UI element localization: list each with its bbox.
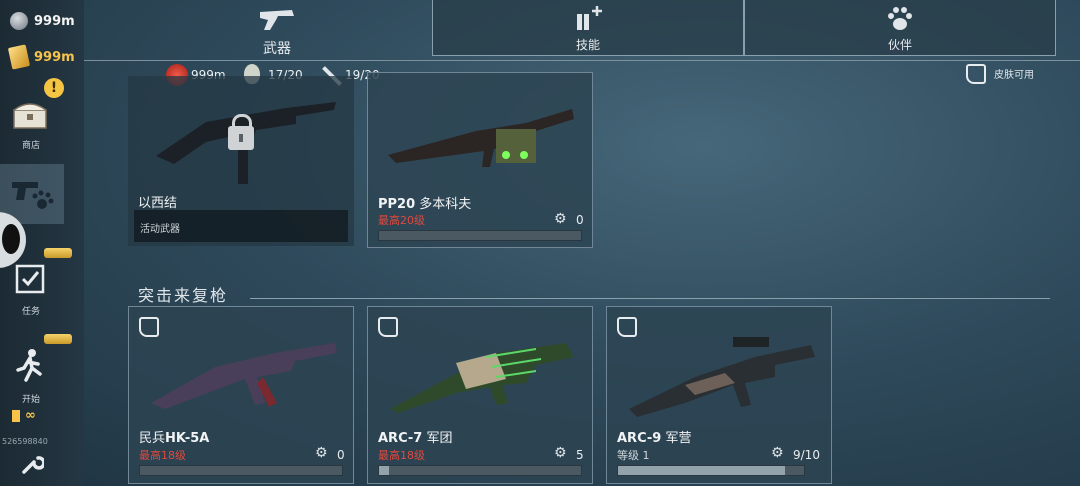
bullets-plus-icon bbox=[577, 6, 602, 30]
weapon-name: PP20 多本科夫 bbox=[378, 197, 472, 212]
alert-icon: ! bbox=[44, 78, 64, 98]
tab-partner[interactable]: 伙伴 bbox=[744, 0, 1056, 56]
event-banner: 活动武器 bbox=[134, 210, 348, 242]
start-label: 开始 bbox=[21, 395, 40, 405]
gears-icon: ⚙ bbox=[554, 211, 567, 227]
tasks-label: 任务 bbox=[21, 307, 40, 317]
coin-icon bbox=[10, 12, 28, 30]
weapon-card-pp20[interactable]: PP20 多本科夫 最高20级 ⚙ 0 bbox=[367, 72, 593, 248]
ticket-icon bbox=[12, 410, 20, 422]
shop-label: 商店 bbox=[21, 141, 40, 151]
tab-skills-label: 技能 bbox=[575, 38, 600, 52]
level-tick-2 bbox=[44, 334, 72, 344]
event-weapon-label: 活动武器 bbox=[140, 224, 180, 235]
section-divider bbox=[250, 298, 1050, 299]
parts-progress-bar bbox=[617, 465, 805, 476]
start-button[interactable]: 开始 ∞ bbox=[0, 344, 62, 434]
player-id: 526598840 bbox=[2, 437, 48, 446]
weapon-card-hk5a[interactable]: 民兵HK-5A 最高18级 ⚙ 0 bbox=[128, 306, 354, 484]
arc9-image bbox=[629, 337, 815, 417]
music-note-icon bbox=[2, 224, 20, 254]
gears-icon: ⚙ bbox=[771, 445, 784, 461]
weapon-card-arc7[interactable]: ARC-7 军团 最高18级 ⚙ 5 bbox=[367, 306, 593, 484]
running-man-icon bbox=[16, 349, 42, 382]
paw-icon bbox=[888, 7, 912, 30]
parts-progress-bar bbox=[378, 230, 582, 241]
weapon-level: 等级 1 bbox=[617, 449, 650, 462]
skin-tag-icon bbox=[966, 64, 986, 84]
tab-partner-label: 伙伴 bbox=[887, 38, 912, 52]
gears-icon: ⚙ bbox=[554, 445, 567, 461]
pistol-paw-icon bbox=[12, 182, 54, 209]
left-rail: 999m 999m ! 商店 任务 开始 ∞ 526598840 bbox=[0, 0, 84, 486]
gears-icon: ⚙ bbox=[315, 445, 328, 461]
max-level-req: 最高18级 bbox=[139, 449, 186, 462]
parts-progress-bar bbox=[139, 465, 343, 476]
weapon-name: ARC-7 军团 bbox=[378, 431, 453, 446]
parts-progress-bar bbox=[378, 465, 582, 476]
wrench-icon[interactable] bbox=[20, 452, 44, 476]
parts-progress-fill bbox=[379, 466, 390, 475]
gold-icon bbox=[7, 44, 31, 70]
weapon-card-arc9[interactable]: ARC-9 军营 等级 1 ⚙ 9/10 bbox=[606, 306, 832, 484]
hk5a-image bbox=[151, 343, 337, 409]
revolver-icon bbox=[260, 10, 294, 30]
tab-skills[interactable]: 技能 bbox=[432, 0, 744, 56]
tasks-button[interactable]: 任务 bbox=[0, 258, 62, 318]
tab-weapons-label: 武器 bbox=[263, 41, 291, 57]
checklist-icon bbox=[15, 264, 45, 294]
section-title: 突击来复枪 bbox=[138, 286, 229, 305]
weapon-name: ARC-9 军营 bbox=[617, 431, 692, 446]
level-tick bbox=[44, 248, 72, 258]
chest-icon bbox=[13, 103, 47, 129]
weapon-name: 以西结 bbox=[138, 196, 178, 211]
start-count: ∞ bbox=[25, 408, 36, 423]
parts-progress-fill bbox=[618, 466, 786, 475]
tab-weapons[interactable]: 武器 bbox=[124, 0, 430, 60]
max-level-req: 最高20级 bbox=[378, 214, 425, 227]
parts-count: 9/10 bbox=[793, 448, 820, 462]
lock-icon bbox=[228, 114, 254, 150]
coin-balance: 999m bbox=[34, 14, 75, 29]
shop-button[interactable]: 商店 bbox=[0, 96, 62, 158]
gold-balance: 999m bbox=[34, 50, 75, 65]
arc7-image bbox=[390, 343, 574, 413]
skin-available-label: 皮肤可用 bbox=[994, 70, 1034, 81]
weapon-name: 民兵HK-5A bbox=[139, 431, 210, 446]
weapon-card-locked[interactable]: 以西结 活动武器 bbox=[128, 76, 354, 246]
parts-count: 5 bbox=[576, 448, 584, 462]
max-level-req: 最高18级 bbox=[378, 449, 425, 462]
parts-count: 0 bbox=[576, 213, 584, 227]
header-divider bbox=[84, 60, 1080, 61]
pp20-image bbox=[388, 109, 574, 167]
parts-count: 0 bbox=[337, 448, 345, 462]
